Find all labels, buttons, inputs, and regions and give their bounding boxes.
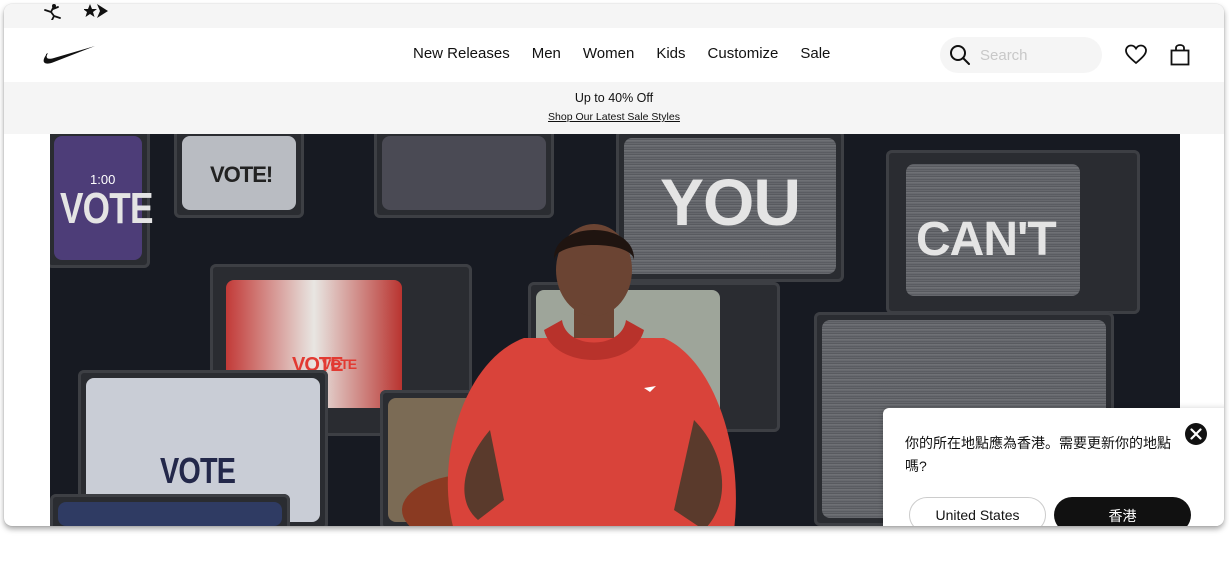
browser-page: New Releases Men Women Kids Customize Sa… xyxy=(4,4,1224,526)
nav-item-new-releases[interactable]: New Releases xyxy=(412,42,521,66)
tv-text: VOTE xyxy=(160,450,236,491)
promo-link[interactable]: Shop Our Latest Sale Styles xyxy=(4,111,1224,123)
jordan-jumpman-icon[interactable] xyxy=(42,4,64,20)
tv-set xyxy=(50,494,290,526)
nav-menu: New Releases Men Women Kids Customize Sa… xyxy=(412,42,841,66)
tv-set: CAN'T xyxy=(886,150,1140,314)
nav-item-men[interactable]: Men xyxy=(521,42,572,66)
close-icon[interactable] xyxy=(1185,423,1207,445)
nike-swoosh-icon[interactable] xyxy=(40,43,96,65)
nav-item-sale[interactable]: Sale xyxy=(789,42,841,66)
main-navigation: New Releases Men Women Kids Customize Sa… xyxy=(4,28,1224,82)
tv-set: VOTE! xyxy=(174,134,304,218)
nav-item-customize[interactable]: Customize xyxy=(697,42,790,66)
promo-banner: Up to 40% Off Shop Our Latest Sale Style… xyxy=(4,82,1224,134)
search-box[interactable] xyxy=(940,37,1102,73)
search-icon[interactable] xyxy=(948,43,972,67)
search-input[interactable] xyxy=(980,43,1092,67)
united-states-button[interactable]: United States xyxy=(909,497,1046,526)
tv-set: VOTE xyxy=(50,134,153,268)
athlete-figure xyxy=(402,224,736,526)
tv-text: VOTE! xyxy=(210,162,273,187)
tv-text: CAN'T xyxy=(916,213,1057,266)
converse-star-chevron-icon[interactable] xyxy=(84,4,108,20)
brand-strip xyxy=(4,4,1224,28)
promo-title: Up to 40% Off xyxy=(574,91,654,105)
nav-item-kids[interactable]: Kids xyxy=(645,42,696,66)
heart-icon[interactable] xyxy=(1122,41,1150,69)
location-message: 你的所在地點應為香港。需要更新你的地點嗎? xyxy=(905,435,1171,474)
tv-text: VOTE xyxy=(322,356,357,372)
tv-set xyxy=(374,134,554,218)
hong-kong-button[interactable]: 香港 xyxy=(1054,497,1191,526)
tv-text: VOTE xyxy=(60,184,153,233)
bag-icon[interactable] xyxy=(1166,41,1194,69)
nav-item-women[interactable]: Women xyxy=(572,42,645,66)
video-timer: 1:00 xyxy=(90,172,116,187)
location-dialog: 你的所在地點應為香港。需要更新你的地點嗎? United States 香港 xyxy=(883,408,1224,526)
